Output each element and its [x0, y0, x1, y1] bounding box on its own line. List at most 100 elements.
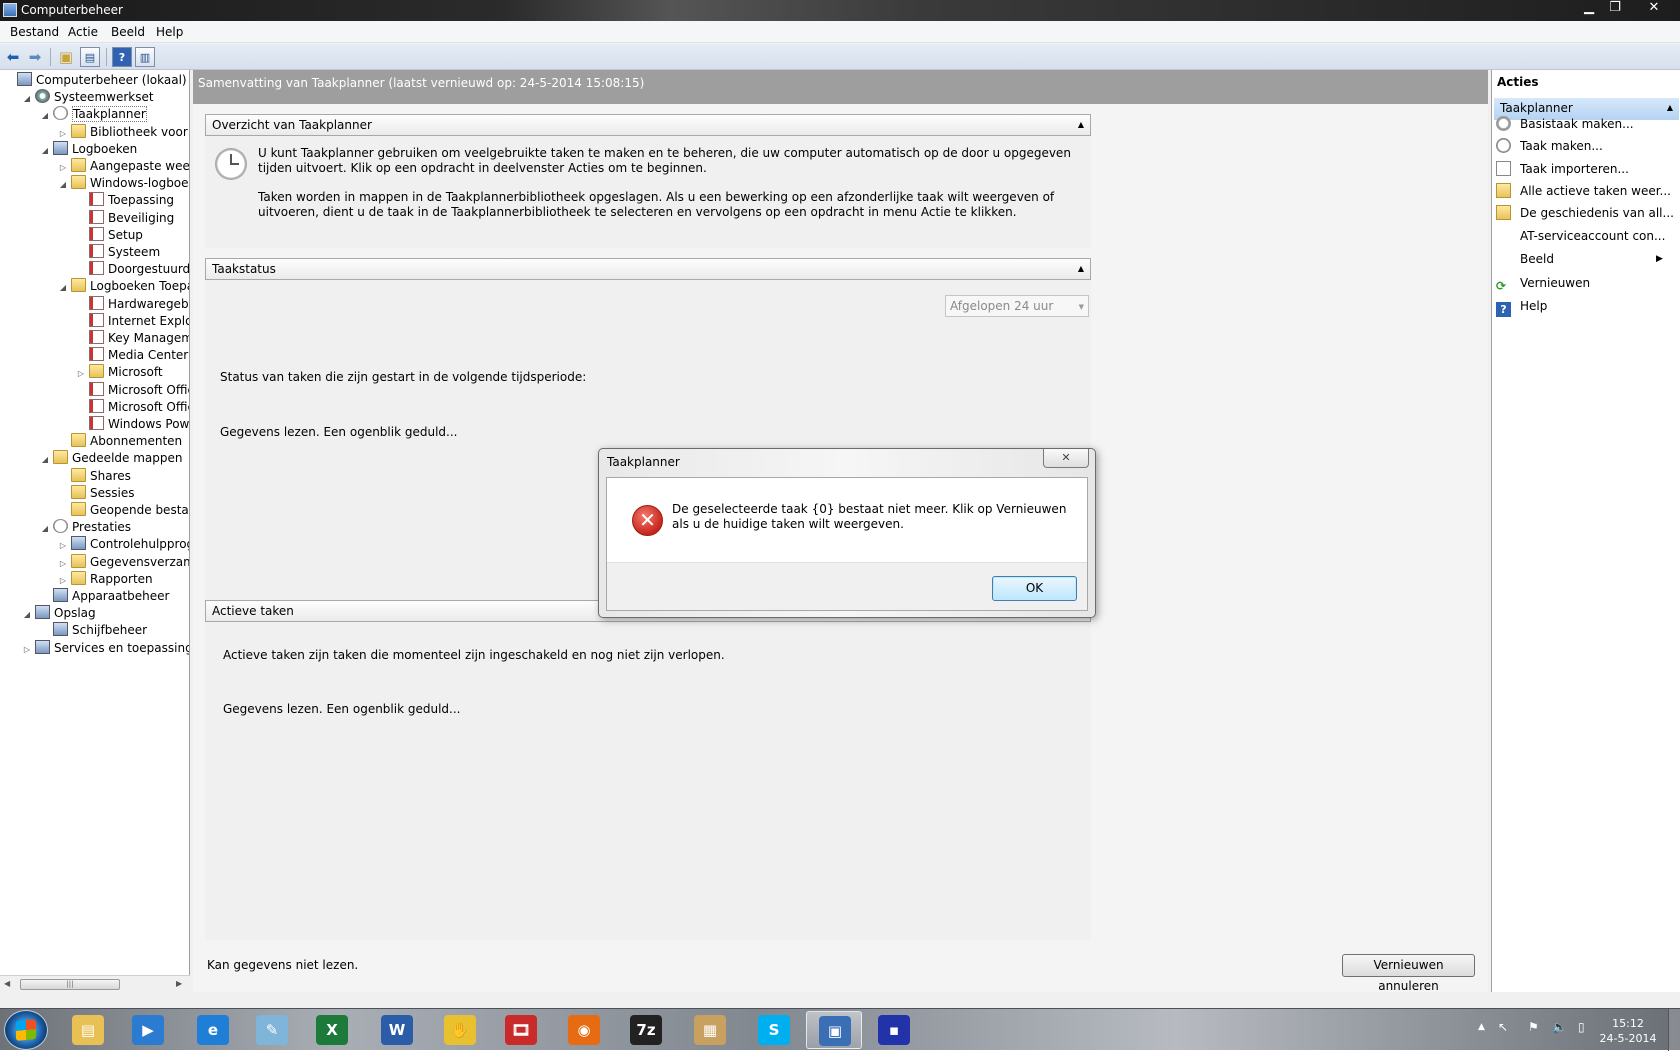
menu-help[interactable]: Help [156, 25, 183, 39]
scroll-right-icon[interactable]: ▶ [176, 979, 182, 988]
taskbar-app[interactable]: W [369, 1011, 425, 1049]
taskbar-app[interactable]: ✋ [432, 1011, 488, 1049]
taskbar-app[interactable]: 🎞 [493, 1011, 549, 1049]
tree-item[interactable]: ◢ Systeemwerkset [22, 88, 154, 106]
tree-item[interactable]: ▷ Rapporten [58, 570, 153, 588]
ok-button[interactable]: OK [992, 576, 1077, 601]
expand-toggle-icon[interactable]: ◢ [58, 176, 68, 194]
collapse-icon[interactable]: ▲ [1667, 103, 1673, 112]
action-item[interactable]: ⟳ Vernieuwen [1496, 273, 1590, 293]
taskbar-app[interactable]: ▶ [120, 1011, 176, 1049]
tree-horizontal-scrollbar[interactable]: ◀ ||| ▶ [0, 975, 190, 992]
taskbar-app[interactable]: 7z [618, 1011, 674, 1049]
menu-bestand[interactable]: Bestand [10, 25, 59, 39]
menu-actie[interactable]: Actie [68, 25, 98, 39]
tree-item[interactable]: Toepassing [76, 191, 174, 209]
forward-arrow-icon[interactable]: ➡ [25, 47, 45, 67]
tree-item[interactable]: Geopende bestande [58, 501, 189, 519]
task-status-section-header[interactable]: Taakstatus ▲ [205, 258, 1091, 280]
tree-item[interactable]: ◢ Logboeken Toepass [58, 277, 189, 297]
taskbar-app[interactable]: ✎ [244, 1011, 300, 1049]
action-center-flag-icon[interactable]: ⚑ [1528, 1020, 1539, 1034]
tree-item[interactable]: ◢ Logboeken [40, 140, 137, 158]
tree-item[interactable]: Beveiliging [76, 209, 174, 227]
taskbar-app[interactable]: ◉ [556, 1011, 612, 1049]
expand-toggle-icon[interactable]: ◢ [22, 90, 32, 108]
tree-item[interactable]: Microsoft Office [76, 398, 189, 416]
tree-item[interactable]: ◢ Taakplanner [40, 105, 147, 123]
expand-toggle-icon[interactable]: ▷ [22, 641, 32, 659]
action-item[interactable]: Taak importeren... [1496, 159, 1629, 179]
show-hide-action-pane-icon[interactable]: ▥ [135, 47, 155, 67]
expand-toggle-icon[interactable]: ◢ [58, 279, 68, 297]
tree-item[interactable]: ▷Bibliotheek voor Taa [58, 123, 189, 141]
tree-item[interactable]: ◢ Gedeelde mappen [40, 449, 182, 467]
expand-toggle-icon[interactable]: ◢ [40, 142, 50, 160]
taskbar-app[interactable]: ▤ [60, 1011, 116, 1049]
tree-item[interactable]: Computerbeheer (lokaal) [4, 71, 187, 89]
clock[interactable]: 15:12 24-5-2014 [1598, 1016, 1658, 1046]
tree-item[interactable]: Windows Power [76, 415, 189, 433]
tree-item[interactable]: Hardwaregebeur [76, 295, 189, 313]
action-item[interactable]: Basistaak maken... [1496, 114, 1634, 134]
tree-item[interactable]: ▷ Microsoft [76, 363, 163, 381]
tree-item[interactable]: ◢ Opslag [22, 604, 96, 622]
tree-item[interactable]: Apparaatbeheer [40, 587, 169, 605]
tree-item[interactable]: ▷ Services en toepassingen [22, 639, 189, 659]
taskbar-app[interactable]: S [746, 1011, 802, 1049]
expand-toggle-icon[interactable]: ◢ [22, 606, 32, 624]
title-bar[interactable]: Computerbeheer ▁ ❐ ✕ [0, 0, 1680, 21]
expand-toggle-icon[interactable]: ◢ [40, 520, 50, 538]
tree-item[interactable]: ◢ Prestaties [40, 518, 131, 536]
show-hidden-icons-button[interactable]: ▲ [1478, 1022, 1485, 1032]
action-item[interactable]: AT-serviceaccount con... [1496, 226, 1665, 246]
tree-item[interactable]: Systeem [76, 243, 160, 261]
minimize-button[interactable]: ▁ [1576, 0, 1602, 18]
tree-item[interactable]: ◢ Windows-logboeken [58, 174, 189, 194]
back-arrow-icon[interactable]: ⬅ [3, 47, 23, 67]
taskbar-app[interactable]: X [304, 1011, 360, 1049]
action-item[interactable]: Taak maken... [1496, 136, 1603, 156]
tree-item[interactable]: Media Center [76, 346, 188, 364]
tree-item[interactable]: ▷Gegevensverzamela [58, 553, 189, 571]
dialog-close-button[interactable]: ✕ [1043, 449, 1089, 468]
tree-item[interactable]: Shares [58, 467, 131, 485]
taskbar-app[interactable]: ▦ [682, 1011, 738, 1049]
tree-item[interactable]: Sessies [58, 484, 134, 502]
cancel-refresh-button[interactable]: Vernieuwen annuleren [1342, 954, 1475, 993]
taskbar-app[interactable]: ▣ [806, 1011, 862, 1049]
taskbar-app[interactable]: ▪ [866, 1011, 922, 1049]
overview-section-header[interactable]: Overzicht van Taakplanner ▲ [205, 114, 1091, 136]
close-button[interactable]: ✕ [1636, 0, 1672, 18]
tree-item[interactable]: Internet Explorer [76, 312, 189, 330]
scroll-thumb[interactable]: ||| [20, 979, 120, 990]
collapse-icon[interactable]: ▲ [1078, 120, 1084, 129]
help-icon[interactable]: ? [112, 47, 132, 67]
action-item[interactable]: Alle actieve taken weer... [1496, 181, 1671, 201]
expand-toggle-icon[interactable]: ◢ [40, 107, 50, 125]
tree-item[interactable]: Schijfbeheer [40, 621, 147, 639]
scroll-left-icon[interactable]: ◀ [4, 979, 10, 988]
network-icon[interactable]: ▯ [1578, 1020, 1585, 1034]
expand-toggle-icon[interactable]: ◢ [40, 451, 50, 469]
menu-beeld[interactable]: Beeld [111, 25, 145, 39]
action-item[interactable]: ? Help [1496, 296, 1547, 317]
tree-item[interactable]: ▷Aangepaste weergav [58, 157, 189, 175]
tree-item[interactable]: ▷Controlehulpprogra [58, 535, 189, 553]
tree-item[interactable]: Microsoft Office [76, 381, 189, 399]
up-folder-icon[interactable]: ▣ [56, 47, 76, 67]
time-period-select[interactable]: Afgelopen 24 uur ▼ [945, 295, 1089, 317]
volume-icon[interactable]: 🔈 [1552, 1020, 1567, 1034]
tree-item[interactable]: Setup [76, 226, 143, 244]
action-item[interactable]: Beeld ▶ [1496, 249, 1663, 269]
tree-item[interactable]: Abonnementen [58, 432, 182, 450]
maximize-button[interactable]: ❐ [1602, 0, 1628, 18]
show-desktop-button[interactable] [1668, 1009, 1680, 1051]
start-button[interactable] [4, 1010, 48, 1050]
tree-item[interactable]: Key Managemer [76, 329, 189, 347]
show-hide-tree-icon[interactable]: ▤ [80, 47, 100, 67]
taskbar-app[interactable]: e [185, 1011, 241, 1049]
tree-item[interactable]: Doorgestuurde g [76, 260, 189, 278]
action-item[interactable]: De geschiedenis van all... [1496, 203, 1674, 223]
collapse-icon[interactable]: ▲ [1078, 264, 1084, 273]
